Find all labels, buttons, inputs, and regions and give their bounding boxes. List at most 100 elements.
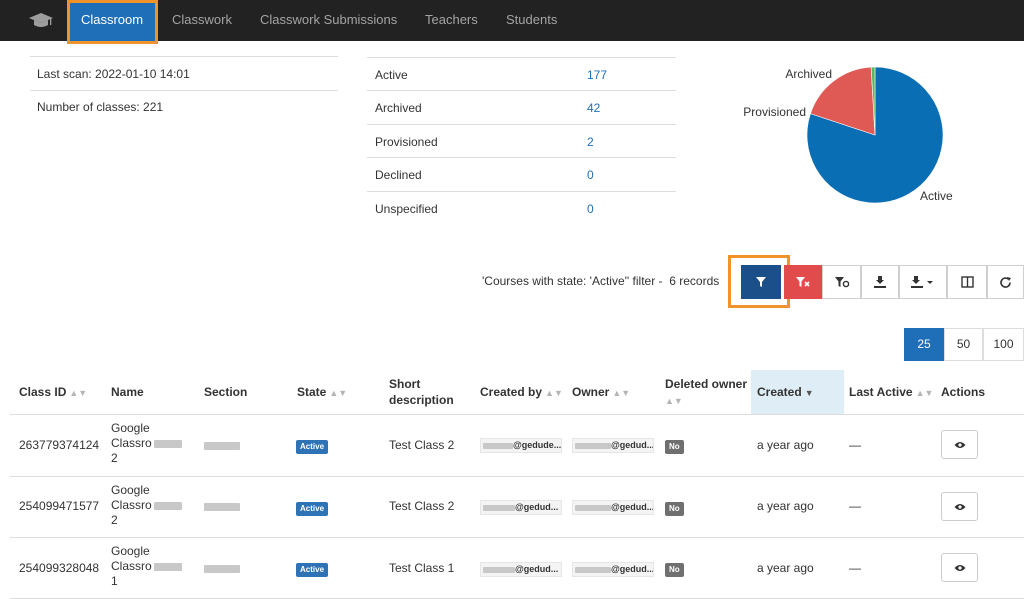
stats-row-provisioned: Provisioned 2 <box>367 124 676 158</box>
export-dropdown-button[interactable] <box>899 265 947 299</box>
filter-text: 'Courses with state: 'Active'' filter - <box>482 274 663 288</box>
filter-button[interactable] <box>741 265 781 299</box>
name-line: Classro <box>111 559 152 573</box>
refresh-button[interactable] <box>987 265 1024 299</box>
clear-filter-button[interactable] <box>784 265 822 299</box>
cell-section <box>204 499 240 514</box>
email-text: @gedud... <box>515 564 559 574</box>
view-button[interactable] <box>941 430 978 459</box>
name-line: 1 <box>111 574 118 588</box>
header-label: Class ID <box>19 385 67 399</box>
redacted-text <box>204 564 240 573</box>
cell-class-id: 254099328048 <box>19 561 100 575</box>
stats-value-link[interactable]: 0 <box>587 168 594 182</box>
status-badge: Active <box>296 440 329 454</box>
redacted-text <box>483 442 513 449</box>
summary-divider <box>30 56 338 57</box>
owner-email: @gedud... <box>572 438 654 453</box>
state-pie-chart: Active Archived Provisioned <box>743 66 953 204</box>
stats-label: Unspecified <box>375 202 438 216</box>
header-label: Owner <box>572 385 610 399</box>
clear-filter-icon <box>796 277 810 287</box>
cell-short-description: Test Class 2 <box>389 499 455 513</box>
header-created-by[interactable]: Created by ▲▼ <box>480 384 563 401</box>
deleted-owner-badge: No <box>665 502 684 516</box>
view-button[interactable] <box>941 553 978 582</box>
email-text: @gedud... <box>611 502 654 512</box>
stats-label: Provisioned <box>375 135 438 149</box>
stats-label: Declined <box>375 168 422 182</box>
page-size-25[interactable]: 25 <box>904 328 944 361</box>
header-deleted-owner[interactable]: Deleted owner ▲▼ <box>665 376 747 409</box>
stats-row-archived: Archived 42 <box>367 90 676 124</box>
cell-created: a year ago <box>757 438 814 452</box>
stats-value-link[interactable]: 177 <box>587 68 607 82</box>
redacted-text <box>153 501 182 510</box>
stats-label: Archived <box>375 101 422 115</box>
cell-name: Google Classro 2 <box>111 483 182 528</box>
pie-label-provisioned: Provisioned <box>743 105 806 119</box>
columns-button[interactable] <box>947 265 987 299</box>
redacted-text <box>204 502 240 511</box>
status-badge: Active <box>296 502 329 516</box>
header-actions: Actions <box>941 384 985 400</box>
cell-section <box>204 561 240 576</box>
tab-classroom[interactable]: Classroom <box>68 0 156 41</box>
sort-icon: ▲▼ <box>665 396 683 406</box>
filter-icon <box>756 277 766 287</box>
table-row-divider <box>10 537 1024 538</box>
cell-last-active: — <box>849 561 861 575</box>
header-label: Deleted owner <box>665 377 748 391</box>
sort-icon: ▲▼ <box>329 388 348 398</box>
header-short-description[interactable]: Short description <box>389 376 454 408</box>
stats-row-unspecified: Unspecified 0 <box>367 191 676 225</box>
cell-created: a year ago <box>757 499 814 513</box>
cell-class-id: 263779374124 <box>19 438 100 452</box>
page-size-100[interactable]: 100 <box>983 328 1024 361</box>
email-text: @gedud... <box>515 502 559 512</box>
stats-row-declined: Declined 0 <box>367 157 676 191</box>
header-name[interactable]: Name <box>111 384 144 400</box>
number-of-classes-text: Number of classes: 221 <box>37 100 164 114</box>
email-text: @gedud... <box>611 440 654 450</box>
cell-name: Google Classro 1 <box>111 544 182 589</box>
cell-short-description: Test Class 2 <box>389 438 455 452</box>
tab-classwork[interactable]: Classwork <box>172 0 232 41</box>
stats-value-link[interactable]: 0 <box>587 202 594 216</box>
tab-classwork-submissions[interactable]: Classwork Submissions <box>260 0 397 41</box>
cell-name: Google Classro 2 <box>111 421 182 466</box>
filter-settings-icon <box>834 277 849 288</box>
email-text: @gedude... <box>513 440 562 450</box>
header-created[interactable]: Created ▼ <box>757 384 814 401</box>
filter-settings-button[interactable] <box>822 265 861 299</box>
header-owner[interactable]: Owner ▲▼ <box>572 384 630 401</box>
header-state[interactable]: State ▲▼ <box>297 384 347 401</box>
redacted-text <box>204 441 240 450</box>
tab-teachers[interactable]: Teachers <box>425 0 478 41</box>
header-class-id[interactable]: Class ID ▲▼ <box>19 384 87 401</box>
header-last-active[interactable]: Last Active ▲▼ <box>849 384 933 401</box>
download-button[interactable] <box>861 265 899 299</box>
table-row-divider <box>10 414 1024 415</box>
stats-row-active: Active 177 <box>367 57 676 91</box>
tab-students[interactable]: Students <box>506 0 557 41</box>
created-by-email: @gedud... <box>480 562 562 577</box>
stats-value-link[interactable]: 2 <box>587 135 594 149</box>
page-size-50[interactable]: 50 <box>944 328 983 361</box>
cell-class-id: 254099471577 <box>19 499 100 513</box>
summary-divider <box>30 90 338 91</box>
header-label: Last Active <box>849 385 913 399</box>
stats-value-link[interactable]: 42 <box>587 101 600 115</box>
export-dropdown-icon <box>911 276 933 288</box>
redacted-text <box>575 442 611 449</box>
sort-icon: ▲▼ <box>545 388 563 398</box>
sort-desc-icon: ▼ <box>804 388 814 398</box>
graduation-cap-icon[interactable] <box>28 10 54 30</box>
redacted-text <box>483 504 515 511</box>
redacted-text <box>153 439 182 448</box>
owner-email: @gedud... <box>572 562 654 577</box>
view-button[interactable] <box>941 492 978 521</box>
email-text: @gedud... <box>611 564 654 574</box>
name-line: 2 <box>111 451 118 465</box>
header-section[interactable]: Section <box>204 384 247 400</box>
